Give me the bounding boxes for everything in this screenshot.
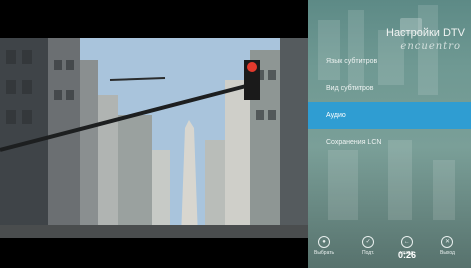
- panel-title: Настройки DTV: [386, 27, 465, 39]
- control-exit[interactable]: ✕ Выход: [440, 236, 455, 256]
- exit-icon: ✕: [441, 236, 454, 248]
- menu-item-subtitle-type[interactable]: Вид субтитров: [308, 75, 471, 102]
- control-confirm[interactable]: ✓ Подт.: [362, 236, 374, 256]
- control-confirm-label: Подт.: [362, 250, 375, 256]
- settings-menu: Язык субтитров Вид субтитров Аудио Сохра…: [308, 48, 471, 156]
- ok-icon: ●: [318, 236, 331, 248]
- confirm-icon: ✓: [362, 236, 375, 248]
- control-select[interactable]: ● Выбрать: [314, 236, 334, 256]
- menu-timer: 0:26: [398, 250, 417, 260]
- video-preview: [0, 0, 310, 268]
- remote-hint-bar: ● Выбрать ✓ Подт. ← назад ✕ Выход 0:26: [308, 232, 471, 262]
- dtv-settings-panel: Настройки DTV encuentro Язык субтитров В…: [308, 0, 471, 268]
- menu-item-subtitle-language[interactable]: Язык субтитров: [308, 48, 471, 75]
- control-exit-label: Выход: [440, 250, 455, 256]
- street-scene-image: [0, 0, 310, 268]
- menu-item-save-lcn[interactable]: Сохранения LCN: [308, 129, 471, 156]
- back-icon: ←: [400, 236, 413, 248]
- menu-item-audio[interactable]: Аудио: [308, 102, 471, 129]
- control-select-label: Выбрать: [314, 250, 335, 256]
